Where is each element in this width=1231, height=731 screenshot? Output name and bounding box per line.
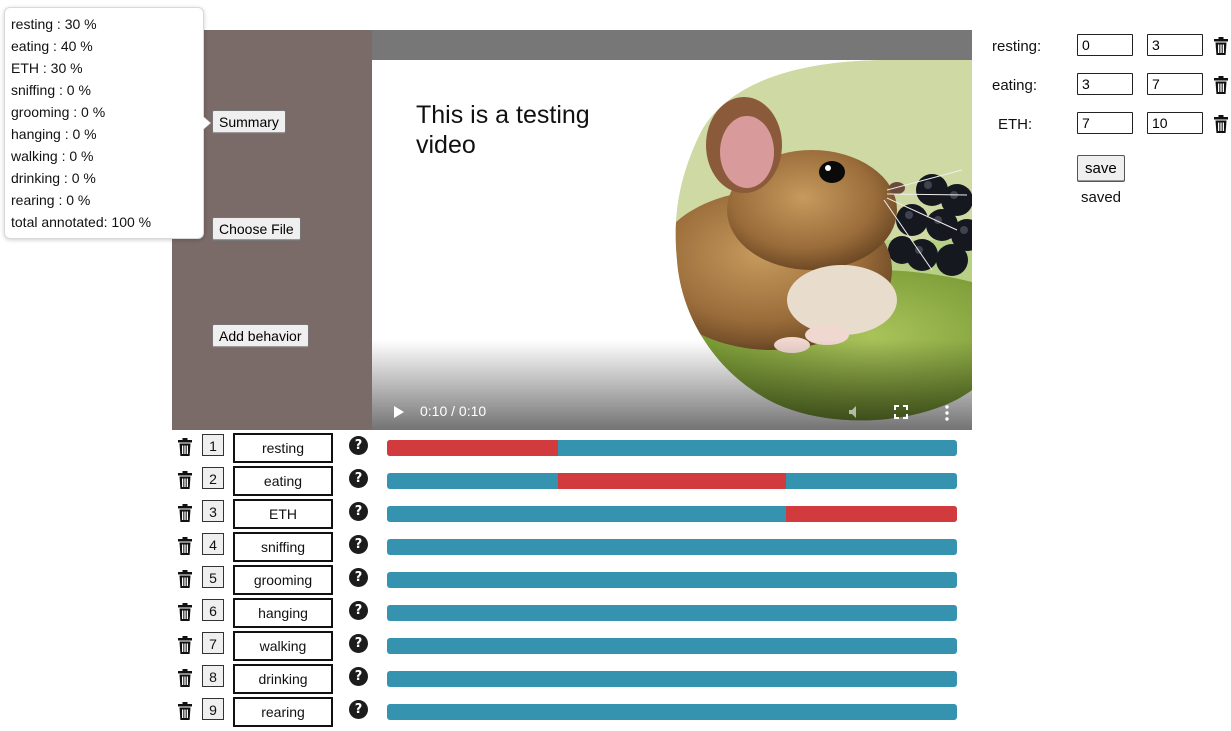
choose-file-button[interactable]: Choose File xyxy=(212,217,301,241)
behavior-timeline[interactable] xyxy=(387,572,957,588)
trash-icon[interactable] xyxy=(1213,75,1229,95)
summary-line: resting : 30 % xyxy=(11,16,97,32)
timeline-segment[interactable] xyxy=(387,440,558,456)
trash-icon[interactable] xyxy=(177,470,193,490)
annotation-start-input[interactable] xyxy=(1077,112,1133,134)
trash-icon[interactable] xyxy=(177,503,193,523)
more-options-icon[interactable] xyxy=(944,405,950,421)
behavior-timeline[interactable] xyxy=(387,539,957,555)
behavior-key-number: 9 xyxy=(202,698,224,720)
behavior-name-button[interactable]: ETH xyxy=(233,499,333,529)
summary-line: drinking : 0 % xyxy=(11,170,96,186)
help-icon[interactable]: ? xyxy=(349,436,368,455)
trash-icon[interactable] xyxy=(1213,36,1229,56)
behavior-key-number: 4 xyxy=(202,533,224,555)
summary-line: grooming : 0 % xyxy=(11,104,106,120)
trash-icon[interactable] xyxy=(177,668,193,688)
summary-popup: resting : 30 % eating : 40 % ETH : 30 % sni… xyxy=(4,7,204,239)
trash-icon[interactable] xyxy=(177,437,193,457)
help-icon[interactable]: ? xyxy=(349,634,368,653)
help-icon[interactable]: ? xyxy=(349,700,368,719)
behavior-key-number: 8 xyxy=(202,665,224,687)
trash-icon[interactable] xyxy=(177,602,193,622)
help-icon[interactable]: ? xyxy=(349,667,368,686)
trash-icon[interactable] xyxy=(177,701,193,721)
behavior-timeline[interactable] xyxy=(387,605,957,621)
behavior-key-number: 6 xyxy=(202,599,224,621)
video-caption: This is a testing video xyxy=(416,101,590,159)
behavior-timeline[interactable] xyxy=(387,473,957,489)
trash-icon[interactable] xyxy=(177,569,193,589)
annotation-start-input[interactable] xyxy=(1077,73,1133,95)
help-icon[interactable]: ? xyxy=(349,568,368,587)
behavior-name-button[interactable]: drinking xyxy=(233,664,333,694)
trash-icon[interactable] xyxy=(1213,114,1229,134)
behavior-key-number: 5 xyxy=(202,566,224,588)
summary-line: hanging : 0 % xyxy=(11,126,97,142)
video-time: 0:10 / 0:10 xyxy=(420,403,487,419)
behavior-timeline[interactable] xyxy=(387,440,957,456)
video-player[interactable]: This is a testing video 0:10 / 0:10 xyxy=(372,30,972,430)
summary-button[interactable]: Summary xyxy=(212,110,286,134)
timeline-segment[interactable] xyxy=(558,473,786,489)
help-icon[interactable]: ? xyxy=(349,535,368,554)
annotation-label: resting: xyxy=(992,38,1042,55)
annotation-label: ETH: xyxy=(998,116,1033,133)
play-icon[interactable] xyxy=(392,405,406,419)
behavior-key-number: 2 xyxy=(202,467,224,489)
annotation-end-input[interactable] xyxy=(1147,73,1203,95)
summary-line: rearing : 0 % xyxy=(11,192,91,208)
summary-line: walking : 0 % xyxy=(11,148,94,164)
video-frame-image: This is a testing video 0:10 / 0:10 xyxy=(372,60,972,430)
video-letterbox xyxy=(372,30,972,60)
timeline-segment[interactable] xyxy=(786,506,957,522)
behavior-name-button[interactable]: walking xyxy=(233,631,333,661)
annotation-end-input[interactable] xyxy=(1147,34,1203,56)
trash-icon[interactable] xyxy=(177,536,193,556)
fullscreen-icon[interactable] xyxy=(894,405,908,419)
behavior-name-button[interactable]: hanging xyxy=(233,598,333,628)
save-button[interactable]: save xyxy=(1077,155,1125,182)
behavior-name-button[interactable]: resting xyxy=(233,433,333,463)
add-behavior-button[interactable]: Add behavior xyxy=(212,324,309,348)
behavior-name-button[interactable]: grooming xyxy=(233,565,333,595)
annotation-end-input[interactable] xyxy=(1147,112,1203,134)
help-icon[interactable]: ? xyxy=(349,469,368,488)
behavior-name-button[interactable]: rearing xyxy=(233,697,333,727)
behavior-timeline[interactable] xyxy=(387,638,957,654)
behavior-timeline[interactable] xyxy=(387,671,957,687)
behavior-key-number: 3 xyxy=(202,500,224,522)
summary-line: eating : 40 % xyxy=(11,38,93,54)
annotation-start-input[interactable] xyxy=(1077,34,1133,56)
help-icon[interactable]: ? xyxy=(349,601,368,620)
save-status: saved xyxy=(1081,189,1122,206)
behavior-timeline[interactable] xyxy=(387,506,957,522)
summary-line: total annotated: 100 % xyxy=(11,214,152,230)
annotation-label: eating: xyxy=(992,77,1038,94)
summary-line: ETH : 30 % xyxy=(11,60,83,76)
trash-icon[interactable] xyxy=(177,635,193,655)
behavior-name-button[interactable]: eating xyxy=(233,466,333,496)
behavior-key-number: 1 xyxy=(202,434,224,456)
behavior-name-button[interactable]: sniffing xyxy=(233,532,333,562)
behavior-timeline[interactable] xyxy=(387,704,957,720)
behavior-key-number: 7 xyxy=(202,632,224,654)
help-icon[interactable]: ? xyxy=(349,502,368,521)
volume-icon[interactable] xyxy=(848,405,864,419)
summary-line: sniffing : 0 % xyxy=(11,82,91,98)
summary-popup-arrow xyxy=(202,116,210,130)
